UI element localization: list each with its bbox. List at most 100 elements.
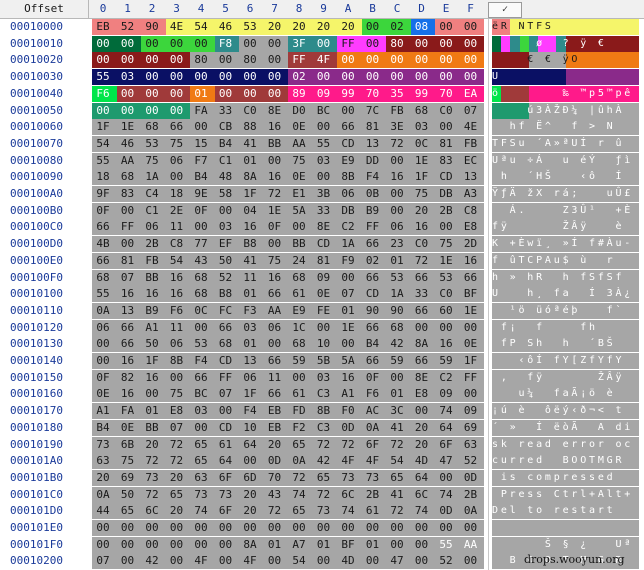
hex-byte[interactable]: 00: [166, 103, 188, 119]
ascii-row[interactable]: fÿ ŽÂÿ è: [492, 219, 640, 236]
hex-byte[interactable]: 00: [264, 36, 286, 52]
hex-byte[interactable]: 00: [215, 553, 237, 569]
hex-byte[interactable]: 70: [435, 86, 457, 102]
ascii-row[interactable]: Press Ctrl+Alt+: [492, 486, 640, 503]
hex-byte[interactable]: 00: [288, 219, 310, 235]
hex-byte[interactable]: F0: [337, 403, 359, 419]
hex-byte[interactable]: 00: [190, 420, 212, 436]
hex-byte[interactable]: 10: [313, 336, 335, 352]
hex-byte[interactable]: 66: [337, 119, 359, 135]
hex-byte[interactable]: 75: [166, 386, 188, 402]
hex-byte[interactable]: 13: [362, 136, 384, 152]
hex-byte[interactable]: 59: [386, 353, 408, 369]
hex-byte[interactable]: 65: [288, 503, 310, 519]
hex-byte[interactable]: 00: [386, 203, 408, 219]
hex-byte[interactable]: CB: [215, 119, 237, 135]
hex-byte[interactable]: 00: [117, 103, 139, 119]
hex-byte[interactable]: 1C: [288, 320, 310, 336]
hex-byte[interactable]: C2: [435, 370, 457, 386]
hex-byte[interactable]: 6D: [239, 470, 261, 486]
ascii-row[interactable]: € € ÿO: [492, 52, 640, 69]
hex-byte[interactable]: 72: [386, 136, 408, 152]
hex-row[interactable]: 00 00 00 00 00 00 00 00 00 00 00 00 00 00 00 00: [92, 520, 484, 536]
hex-byte[interactable]: 00: [239, 36, 261, 52]
hex-row[interactable]: EB 52 90 4E 54 46 53 20 20 20 20 00 02 08 00 00: [92, 19, 484, 35]
hex-byte[interactable]: 59: [435, 353, 457, 369]
hex-byte[interactable]: 89: [288, 86, 310, 102]
hex-byte[interactable]: 0E: [117, 420, 139, 436]
hex-byte[interactable]: 66: [411, 270, 433, 286]
hex-byte[interactable]: 72: [313, 487, 335, 503]
hex-byte[interactable]: 66: [411, 303, 433, 319]
hex-byte[interactable]: 00: [337, 520, 359, 536]
hex-byte[interactable]: 01: [362, 537, 384, 553]
hex-byte[interactable]: 00: [239, 453, 261, 469]
hex-byte[interactable]: 20: [166, 470, 188, 486]
hex-byte[interactable]: 72: [166, 437, 188, 453]
hex-byte[interactable]: 00: [215, 203, 237, 219]
ascii-row[interactable]: U: [492, 69, 640, 86]
hex-byte[interactable]: 20: [92, 470, 114, 486]
hex-byte[interactable]: E9: [337, 153, 359, 169]
hex-byte[interactable]: 0A: [460, 503, 482, 519]
hex-byte[interactable]: BF: [460, 286, 482, 302]
hex-byte[interactable]: 00: [362, 553, 384, 569]
hex-byte[interactable]: 66: [362, 353, 384, 369]
hex-byte[interactable]: 0A: [92, 487, 114, 503]
hex-byte[interactable]: 01: [239, 286, 261, 302]
hex-byte[interactable]: 99: [337, 86, 359, 102]
ascii-row[interactable]: Uªu ÷Á u éÝ ƒì: [492, 152, 640, 169]
hex-row[interactable]: 68 07 BB 16 68 52 11 16 68 09 00 66 53 66 53 66: [92, 269, 484, 286]
hex-byte[interactable]: 0F: [92, 203, 114, 219]
hex-byte[interactable]: 03: [313, 153, 335, 169]
hex-byte[interactable]: 66: [362, 270, 384, 286]
hex-byte[interactable]: 90: [141, 19, 163, 35]
hex-byte[interactable]: 00: [92, 537, 114, 553]
hex-byte[interactable]: 66: [190, 370, 212, 386]
hex-byte[interactable]: 00: [362, 520, 384, 536]
hex-byte[interactable]: C3: [313, 420, 335, 436]
hex-row[interactable]: 0A 13 B9 F6 0C FC F3 AA E9 FE 01 90 90 66 60 1E: [92, 302, 484, 319]
hex-byte[interactable]: 50: [117, 487, 139, 503]
hex-byte[interactable]: 46: [215, 19, 237, 35]
hex-row[interactable]: B4 0E BB 07 00 CD 10 EB F2 C3 0D 0A 41 20 64 69: [92, 419, 484, 436]
hex-byte[interactable]: E1: [288, 186, 310, 202]
hex-byte[interactable]: 00: [337, 336, 359, 352]
hex-byte[interactable]: AC: [362, 403, 384, 419]
hex-byte[interactable]: 20: [337, 19, 359, 35]
hex-byte[interactable]: 59: [288, 353, 310, 369]
hex-byte[interactable]: 42: [386, 336, 408, 352]
ascii-row[interactable]: U h¸ fa Í 3À¿: [492, 286, 640, 303]
hex-byte[interactable]: 77: [190, 236, 212, 252]
hex-byte[interactable]: 00: [288, 370, 310, 386]
hex-byte[interactable]: 00: [239, 69, 261, 85]
hex-byte[interactable]: 01: [239, 336, 261, 352]
hex-byte[interactable]: 01: [239, 153, 261, 169]
hex-byte[interactable]: C4: [141, 186, 163, 202]
hex-byte[interactable]: 73: [92, 437, 114, 453]
hex-byte[interactable]: F6: [362, 386, 384, 402]
hex-byte[interactable]: C2: [337, 219, 359, 235]
hex-byte[interactable]: 16: [435, 336, 457, 352]
hex-byte[interactable]: 00: [141, 520, 163, 536]
hex-byte[interactable]: BB: [288, 236, 310, 252]
ascii-row[interactable]: Del to restart: [492, 503, 640, 520]
ascii-row[interactable]: Á. Z3Û¹ +È: [492, 202, 640, 219]
hex-byte[interactable]: 00: [190, 537, 212, 553]
hex-byte[interactable]: FE: [313, 303, 335, 319]
hex-byte[interactable]: 41: [239, 253, 261, 269]
hex-byte[interactable]: 00: [117, 236, 139, 252]
hex-byte[interactable]: 06: [92, 320, 114, 336]
hex-byte[interactable]: 00: [386, 153, 408, 169]
hex-byte[interactable]: 72: [386, 503, 408, 519]
hex-byte[interactable]: 00: [460, 36, 482, 52]
hex-byte[interactable]: 72: [264, 503, 286, 519]
hex-row[interactable]: 18 68 1A 00 B4 48 8A 16 0E 00 8B F4 16 1F CD 13: [92, 169, 484, 186]
hex-byte[interactable]: 06: [239, 370, 261, 386]
hex-byte[interactable]: 16: [117, 286, 139, 302]
hex-byte[interactable]: BC: [313, 103, 335, 119]
hex-byte[interactable]: 72: [386, 437, 408, 453]
ascii-row[interactable]: ¹ö üóªéþ f`: [492, 302, 640, 319]
hex-byte[interactable]: 8B: [337, 169, 359, 185]
hex-byte[interactable]: 5A: [337, 353, 359, 369]
